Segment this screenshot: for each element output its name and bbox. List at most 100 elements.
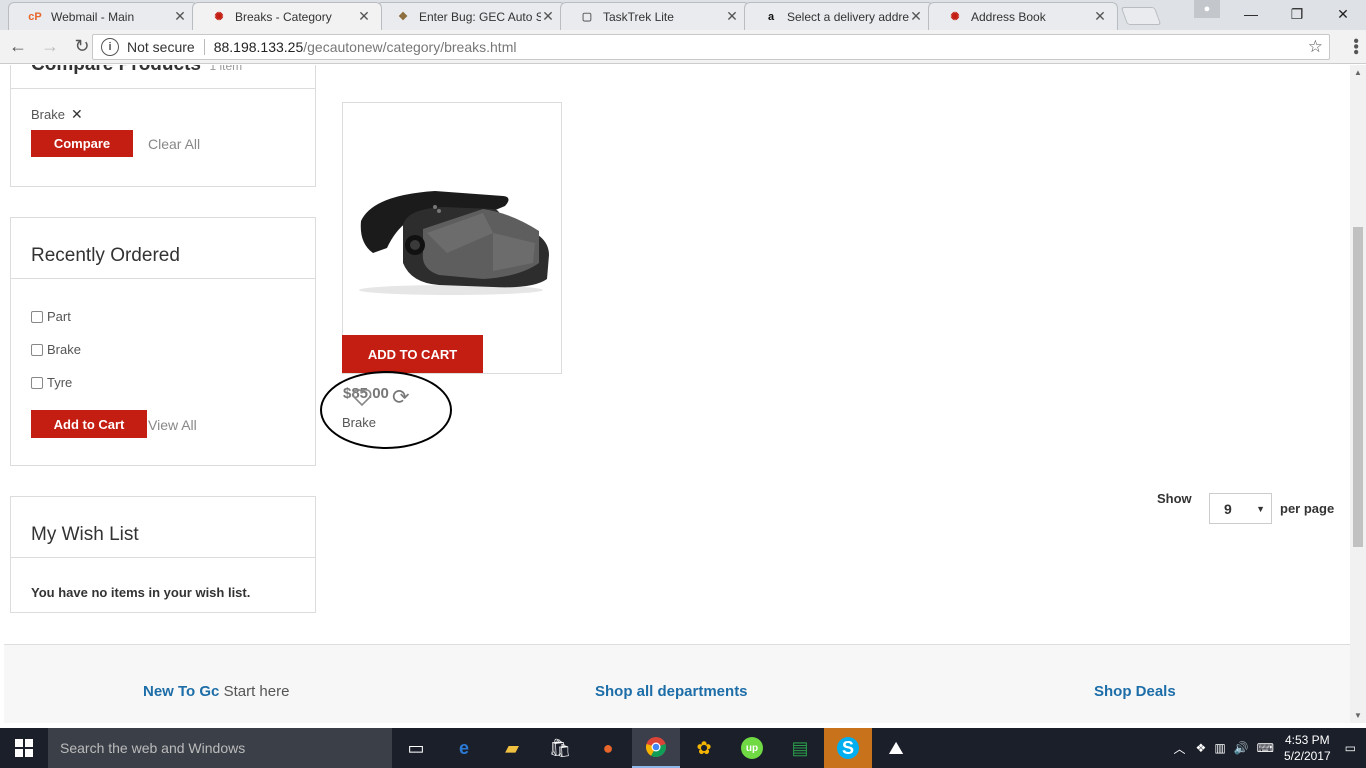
- tab-title: Webmail - Main: [51, 9, 135, 24]
- close-icon[interactable]: ✕: [1093, 8, 1107, 25]
- footer: New To Gc Start here Shop all department…: [4, 644, 1350, 723]
- firefox-icon[interactable]: ●: [584, 728, 632, 768]
- recent-item-label: Tyre: [47, 375, 73, 390]
- compare-item-name[interactable]: Brake: [31, 107, 65, 122]
- show-label: Show: [1157, 491, 1192, 506]
- new-to-gc-label: New To Gc: [143, 683, 220, 700]
- site-icon: ✺: [950, 11, 960, 23]
- close-icon[interactable]: ✕: [725, 8, 739, 25]
- checkbox[interactable]: [31, 310, 43, 323]
- compare-item: Brake ✕: [31, 106, 83, 123]
- scrollbar-thumb[interactable]: [1353, 227, 1363, 547]
- tab-title: TaskTrek Lite: [603, 9, 674, 24]
- skype-icon[interactable]: S: [824, 728, 872, 768]
- bugzilla-icon: ❖: [398, 11, 408, 23]
- task-view-icon[interactable]: ▭: [392, 728, 440, 768]
- close-window-button[interactable]: ✕: [1320, 0, 1366, 28]
- profile-icon[interactable]: ●: [1194, 0, 1220, 18]
- clear-all-link[interactable]: Clear All: [148, 136, 200, 152]
- edge-icon[interactable]: e: [440, 728, 488, 768]
- volume-icon[interactable]: 🔊: [1234, 741, 1249, 755]
- address-bar[interactable]: i Not secure 88.198.133.25 /gecautonew/c…: [92, 34, 1330, 60]
- minimize-button[interactable]: —: [1228, 0, 1274, 28]
- wish-list-title: My Wish List: [31, 524, 139, 545]
- close-icon[interactable]: ✕: [357, 8, 371, 25]
- chrome-logo-icon: [646, 737, 666, 758]
- file-explorer-icon[interactable]: ▰: [488, 728, 536, 768]
- bookmark-star-icon[interactable]: ☆: [1308, 37, 1323, 57]
- page-icon: ▢: [581, 11, 593, 23]
- upwork-icon[interactable]: up: [728, 728, 776, 768]
- window-controls: — ❐ ✕: [1228, 0, 1366, 28]
- close-icon[interactable]: ✕: [173, 8, 187, 25]
- per-page-label: per page: [1280, 501, 1335, 516]
- scroll-up-icon[interactable]: ▲: [1354, 68, 1362, 77]
- recently-ordered-box: Recently Ordered Part Brake Tyre Add to …: [10, 217, 316, 466]
- new-to-gc-link[interactable]: New To Gc Start here: [143, 683, 289, 700]
- close-icon[interactable]: ✕: [541, 8, 555, 25]
- chrome-icon[interactable]: [632, 728, 680, 768]
- checkbox[interactable]: [31, 376, 43, 389]
- forward-button[interactable]: →: [36, 33, 64, 61]
- divider: [11, 88, 315, 89]
- clock-time: 4:53 PM: [1284, 733, 1330, 747]
- url-host: 88.198.133.25: [213, 39, 304, 55]
- brake-pad-image[interactable]: [343, 103, 561, 333]
- compare-button[interactable]: Compare: [31, 130, 133, 157]
- store-icon[interactable]: 🛍: [536, 728, 584, 768]
- add-to-cart-button[interactable]: Add to Cart: [31, 410, 147, 438]
- network-icon[interactable]: ▥: [1214, 741, 1225, 755]
- product-card: ADD TO CART: [342, 102, 562, 374]
- recent-item-part[interactable]: Part: [31, 309, 71, 324]
- photos-icon[interactable]: ⛰: [872, 728, 920, 768]
- recent-item-tyre[interactable]: Tyre: [31, 375, 72, 390]
- dropbox-icon[interactable]: ❖: [1196, 741, 1207, 755]
- recent-item-brake[interactable]: Brake: [31, 342, 81, 357]
- new-tab-button[interactable]: [1120, 7, 1162, 25]
- taskbar-search-box[interactable]: Search the web and Windows: [48, 728, 392, 768]
- divider: [203, 39, 205, 55]
- app-icon[interactable]: ✿: [680, 728, 728, 768]
- browser-menu-icon[interactable]: •••: [1347, 38, 1364, 55]
- tab-delivery-address[interactable]: a Select a delivery addres ✕: [744, 2, 934, 30]
- back-button[interactable]: ←: [4, 33, 32, 61]
- compare-count: 1 item: [209, 65, 243, 73]
- windows-logo-icon: [15, 739, 33, 757]
- page-content: Compare Products 1 item Brake ✕ Compare …: [0, 65, 1350, 723]
- per-page-select[interactable]: 9 ▼: [1209, 493, 1272, 524]
- spreadsheet-icon[interactable]: ▤: [776, 728, 824, 768]
- tab-enter-bug[interactable]: ❖ Enter Bug: GEC Auto Su ✕: [376, 2, 566, 30]
- keyboard-icon[interactable]: ⌨: [1257, 741, 1274, 755]
- tab-webmail[interactable]: cP Webmail - Main ✕: [8, 2, 198, 30]
- site-icon: ✺: [214, 11, 224, 23]
- dropdown-arrow-icon: ▼: [1256, 503, 1265, 514]
- shop-deals-link[interactable]: Shop Deals: [1094, 683, 1176, 700]
- clock[interactable]: 4:53 PM 5/2/2017: [1284, 732, 1331, 764]
- page-scrollbar[interactable]: ▲ ▼: [1350, 65, 1366, 723]
- product-add-to-cart-button[interactable]: ADD TO CART: [342, 335, 483, 373]
- annotation-circle: [320, 371, 452, 449]
- tab-strip: cP Webmail - Main ✕ ✺ Breaks - Category …: [0, 0, 1366, 30]
- notifications-icon[interactable]: ▭: [1345, 741, 1356, 755]
- start-here-label: Start here: [223, 683, 290, 700]
- compare-header: Compare Products 1 item: [31, 65, 242, 76]
- start-button[interactable]: [0, 728, 48, 768]
- windows-taskbar: Search the web and Windows ▭ e ▰ 🛍 ● ✿ u…: [0, 728, 1366, 768]
- info-icon[interactable]: i: [101, 38, 119, 56]
- restore-button[interactable]: ❐: [1274, 0, 1320, 28]
- tab-address-book[interactable]: ✺ Address Book ✕: [928, 2, 1118, 30]
- cpanel-icon: cP: [28, 10, 42, 23]
- divider: [11, 557, 315, 558]
- remove-icon[interactable]: ✕: [71, 106, 83, 123]
- close-icon[interactable]: ✕: [909, 8, 923, 25]
- scroll-down-icon[interactable]: ▼: [1354, 711, 1362, 720]
- tray-chevron-icon[interactable]: ︿: [1174, 740, 1186, 757]
- tab-breaks-category[interactable]: ✺ Breaks - Category ✕: [192, 2, 382, 30]
- checkbox[interactable]: [31, 343, 43, 356]
- tab-tasktrek[interactable]: ▢ TaskTrek Lite ✕: [560, 2, 750, 30]
- view-all-link[interactable]: View All: [148, 417, 197, 433]
- recent-item-label: Part: [47, 309, 71, 324]
- security-label: Not secure: [127, 39, 195, 55]
- wish-list-empty-text: You have no items in your wish list.: [31, 585, 251, 600]
- shop-all-departments-link[interactable]: Shop all departments: [595, 683, 748, 700]
